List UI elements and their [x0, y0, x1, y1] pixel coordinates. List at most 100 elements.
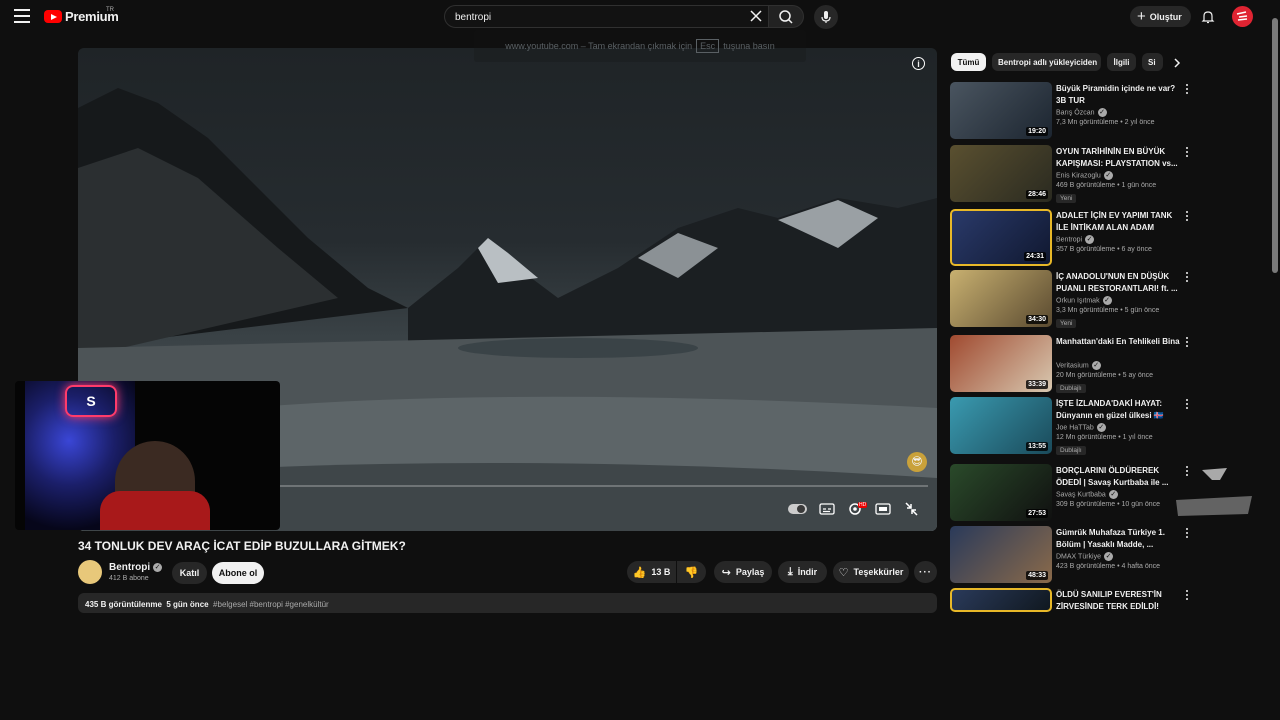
recommendation-channel[interactable]: Barış Özcan ✓: [1056, 108, 1107, 117]
progress-bar[interactable]: [280, 485, 928, 487]
recommendation-card[interactable]: 24:31 ADALET İÇİN EV YAPIMI TANK İLE İNTİ…: [950, 209, 1195, 267]
more-vertical-icon[interactable]: [1183, 399, 1191, 413]
dislike-button[interactable]: 👎: [677, 561, 706, 583]
chip-all[interactable]: Tümü: [951, 53, 986, 71]
more-vertical-icon[interactable]: [1183, 590, 1191, 604]
recommendation-title[interactable]: Büyük Piramidin içinde ne var? 3B TUR: [1056, 83, 1180, 107]
notifications-bell-icon[interactable]: [1200, 9, 1216, 25]
video-thumbnail[interactable]: 24:31: [950, 209, 1052, 266]
recommendation-card[interactable]: 48:33 Gümrük Muhafaza Türkiye 1. Bölüm | …: [950, 526, 1195, 584]
theater-mode-icon[interactable]: [874, 500, 894, 518]
menu-icon[interactable]: [14, 9, 30, 23]
video-duration: 27:53: [1026, 509, 1048, 518]
recommendation-channel[interactable]: Joe HaTTab ✓: [1056, 423, 1106, 432]
thanks-label: Teşekkürler: [853, 567, 904, 577]
recommendation-channel[interactable]: Orkun Işıtmak ✓: [1056, 296, 1112, 305]
more-vertical-icon[interactable]: [1183, 337, 1191, 351]
subscriber-count: 412 B abone: [109, 575, 149, 582]
recommendation-age: 4 hafta önce: [1121, 563, 1161, 570]
more-vertical-icon[interactable]: [1183, 211, 1191, 225]
recommendation-title[interactable]: İŞTE İZLANDA'DAKİ HAYAT: Dünyanın en güz…: [1056, 398, 1180, 422]
clear-search-icon[interactable]: [750, 10, 762, 22]
recommendation-title[interactable]: İÇ ANADOLU'NUN EN DÜŞÜK PUANLI RESTORANT…: [1056, 271, 1180, 295]
info-icon[interactable]: i: [912, 57, 925, 70]
microphone-icon: [821, 11, 831, 23]
esc-key: Esc: [696, 39, 720, 53]
recommendation-stats: 3,3 Mn görüntüleme • 5 gün önce: [1056, 307, 1160, 314]
video-thumbnail[interactable]: 34:30: [950, 270, 1052, 327]
recommendation-channel[interactable]: Enis Kirazoglu ✓: [1056, 171, 1113, 180]
subscribe-button[interactable]: Abone ol: [212, 562, 264, 584]
recommendation-age: 5 ay önce: [1122, 372, 1154, 379]
video-thumbnail[interactable]: 27:53: [950, 464, 1052, 521]
recommendation-age: 1 yıl önce: [1122, 434, 1153, 441]
exit-fullscreen-icon[interactable]: [902, 500, 922, 518]
channel-name[interactable]: Bentropi ✓: [109, 562, 163, 573]
recommendation-views: 3,3 Mn görüntüleme: [1056, 307, 1119, 314]
join-button[interactable]: Katıl: [172, 562, 207, 584]
hashtags[interactable]: #belgesel #bentropi #genelkültür: [213, 600, 329, 609]
share-button[interactable]: ↪ Paylaş: [714, 561, 772, 583]
search-button[interactable]: [768, 5, 804, 28]
chip-related[interactable]: İlgili: [1107, 53, 1136, 71]
recommendation-channel[interactable]: Bentropi ✓: [1056, 235, 1095, 244]
recommendation-channel[interactable]: Savaş Kurtbaba ✓: [1056, 490, 1118, 499]
search-input[interactable]: [455, 9, 745, 25]
voice-search-button[interactable]: [814, 5, 838, 29]
recommendation-age: 10 gün önce: [1121, 501, 1161, 508]
chip-more[interactable]: Si: [1142, 53, 1163, 71]
recommendation-badge: Yeni: [1056, 319, 1077, 328]
recommendation-views: 12 Mn görüntüleme: [1056, 434, 1117, 441]
create-button[interactable]: + Oluştur: [1130, 6, 1191, 27]
subtitles-icon[interactable]: [818, 500, 838, 518]
top-bar: Premium TR + Oluştur: [0, 0, 1280, 34]
create-label: Oluştur: [1149, 11, 1182, 22]
recommendation-card[interactable]: ÖLDÜ SANILIP EVEREST'İN ZİRVESİNDE TERK …: [950, 588, 1195, 612]
share-icon: ↪: [721, 566, 731, 579]
video-thumbnail[interactable]: 28:46: [950, 145, 1052, 202]
recommendation-title[interactable]: BORÇLARINI ÖLDÜREREK ÖDEDİ | Savaş Kurtb…: [1056, 465, 1180, 489]
video-thumbnail[interactable]: 19:20: [950, 82, 1052, 139]
recommendation-channel-name: Bentropi: [1056, 236, 1083, 244]
more-actions-button[interactable]: ···: [914, 561, 937, 583]
video-thumbnail[interactable]: 33:39: [950, 335, 1052, 392]
recommendation-title[interactable]: Gümrük Muhafaza Türkiye 1. Bölüm | Yasak…: [1056, 527, 1180, 551]
chevron-right-icon[interactable]: [1170, 56, 1184, 70]
channel-avatar[interactable]: [78, 560, 102, 584]
recommendation-views: 309 B görüntüleme: [1056, 501, 1116, 508]
chip-from-uploader[interactable]: Bentropi adlı yükleyiciden: [992, 53, 1101, 71]
verified-icon: ✓: [1085, 235, 1095, 244]
download-button[interactable]: ⤓ İndir: [778, 561, 827, 583]
recommendation-card[interactable]: 13:55 İŞTE İZLANDA'DAKİ HAYAT: Dünyanın e…: [950, 397, 1195, 455]
recommendation-title[interactable]: OYUN TARİHİNİN EN BÜYÜK KAPIŞMASI: PLAYS…: [1056, 146, 1180, 170]
recommendation-title[interactable]: Manhattan'daki En Tehlikeli Bina: [1056, 336, 1180, 348]
scrollbar-thumb[interactable]: [1272, 18, 1278, 273]
recommendation-card[interactable]: 28:46 OYUN TARİHİNİN EN BÜYÜK KAPIŞMASI: …: [950, 145, 1195, 203]
recommendation-stats: 309 B görüntüleme • 10 gün önce: [1056, 501, 1161, 508]
like-button[interactable]: 👍 13 B: [627, 561, 676, 583]
video-thumbnail[interactable]: [950, 588, 1052, 612]
recommendation-card[interactable]: 34:30 İÇ ANADOLU'NUN EN DÜŞÜK PUANLI REST…: [950, 270, 1195, 328]
recommendation-badge: Dublajlı: [1056, 446, 1086, 455]
more-vertical-icon[interactable]: [1183, 528, 1191, 542]
more-vertical-icon[interactable]: [1183, 272, 1191, 286]
recommendation-card[interactable]: 27:53 BORÇLARINI ÖLDÜREREK ÖDEDİ | Savaş …: [950, 464, 1195, 522]
account-avatar[interactable]: [1232, 6, 1253, 27]
recommendation-views: 469 B görüntüleme: [1056, 182, 1116, 189]
recommendation-channel[interactable]: DMAX Türkiye ✓: [1056, 552, 1113, 561]
more-vertical-icon[interactable]: [1183, 147, 1191, 161]
account-logo-icon: [1236, 11, 1248, 21]
verified-icon: ✓: [1102, 296, 1112, 305]
recommendation-title[interactable]: ADALET İÇİN EV YAPIMI TANK İLE İNTİKAM A…: [1056, 210, 1180, 234]
thanks-button[interactable]: ♡ Teşekkürler: [833, 561, 909, 583]
recommendation-channel[interactable]: Veritasium ✓: [1056, 361, 1101, 370]
recommendation-card[interactable]: 33:39 Manhattan'daki En Tehlikeli Bina Ver…: [950, 335, 1195, 393]
recommendation-card[interactable]: 19:20 Büyük Piramidin içinde ne var? 3B T…: [950, 82, 1195, 140]
recommendation-channel-name: DMAX Türkiye: [1056, 553, 1101, 561]
recommendation-views: 423 B görüntüleme: [1056, 563, 1116, 570]
autoplay-toggle[interactable]: [788, 504, 807, 514]
video-thumbnail[interactable]: 48:33: [950, 526, 1052, 583]
video-thumbnail[interactable]: 13:55: [950, 397, 1052, 454]
more-vertical-icon[interactable]: [1183, 84, 1191, 98]
recommendation-title[interactable]: ÖLDÜ SANILIP EVEREST'İN ZİRVESİNDE TERK …: [1056, 589, 1180, 613]
